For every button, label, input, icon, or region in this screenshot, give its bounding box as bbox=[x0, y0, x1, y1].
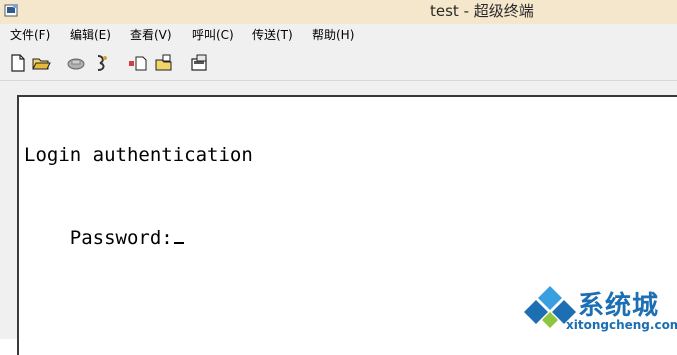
window-title: test - 超级终端 bbox=[430, 2, 534, 20]
send-icon[interactable] bbox=[128, 53, 148, 73]
menu-file[interactable]: 文件(F) bbox=[10, 24, 50, 47]
title-bar: test - 超级终端 bbox=[0, 0, 677, 24]
open-folder-icon[interactable] bbox=[31, 53, 51, 73]
watermark-domain: xitongcheng.com bbox=[566, 318, 677, 332]
disconnect-icon[interactable] bbox=[92, 53, 112, 73]
call-icon[interactable] bbox=[66, 53, 86, 73]
terminal-line: Login authentication bbox=[24, 144, 253, 166]
new-file-icon[interactable] bbox=[8, 53, 28, 73]
menu-view[interactable]: 查看(V) bbox=[130, 24, 172, 47]
menu-bar: 文件(F) 编辑(E) 查看(V) 呼叫(C) 传送(T) 帮助(H) bbox=[0, 24, 677, 47]
menu-transfer[interactable]: 传送(T) bbox=[252, 24, 293, 47]
watermark-brand: 系统城 bbox=[578, 291, 660, 321]
menu-help[interactable]: 帮助(H) bbox=[312, 24, 354, 47]
watermark: 系统城 xitongcheng.com bbox=[520, 282, 677, 339]
menu-edit[interactable]: 编辑(E) bbox=[70, 24, 111, 47]
terminal-app-icon[interactable] bbox=[4, 3, 19, 18]
properties-icon[interactable] bbox=[189, 53, 209, 73]
text-cursor bbox=[173, 242, 184, 244]
menu-call[interactable]: 呼叫(C) bbox=[192, 24, 234, 47]
toolbar bbox=[0, 47, 677, 81]
receive-icon[interactable] bbox=[154, 53, 174, 73]
terminal-line: Password: bbox=[24, 205, 184, 271]
password-prompt: Password: bbox=[69, 227, 173, 249]
